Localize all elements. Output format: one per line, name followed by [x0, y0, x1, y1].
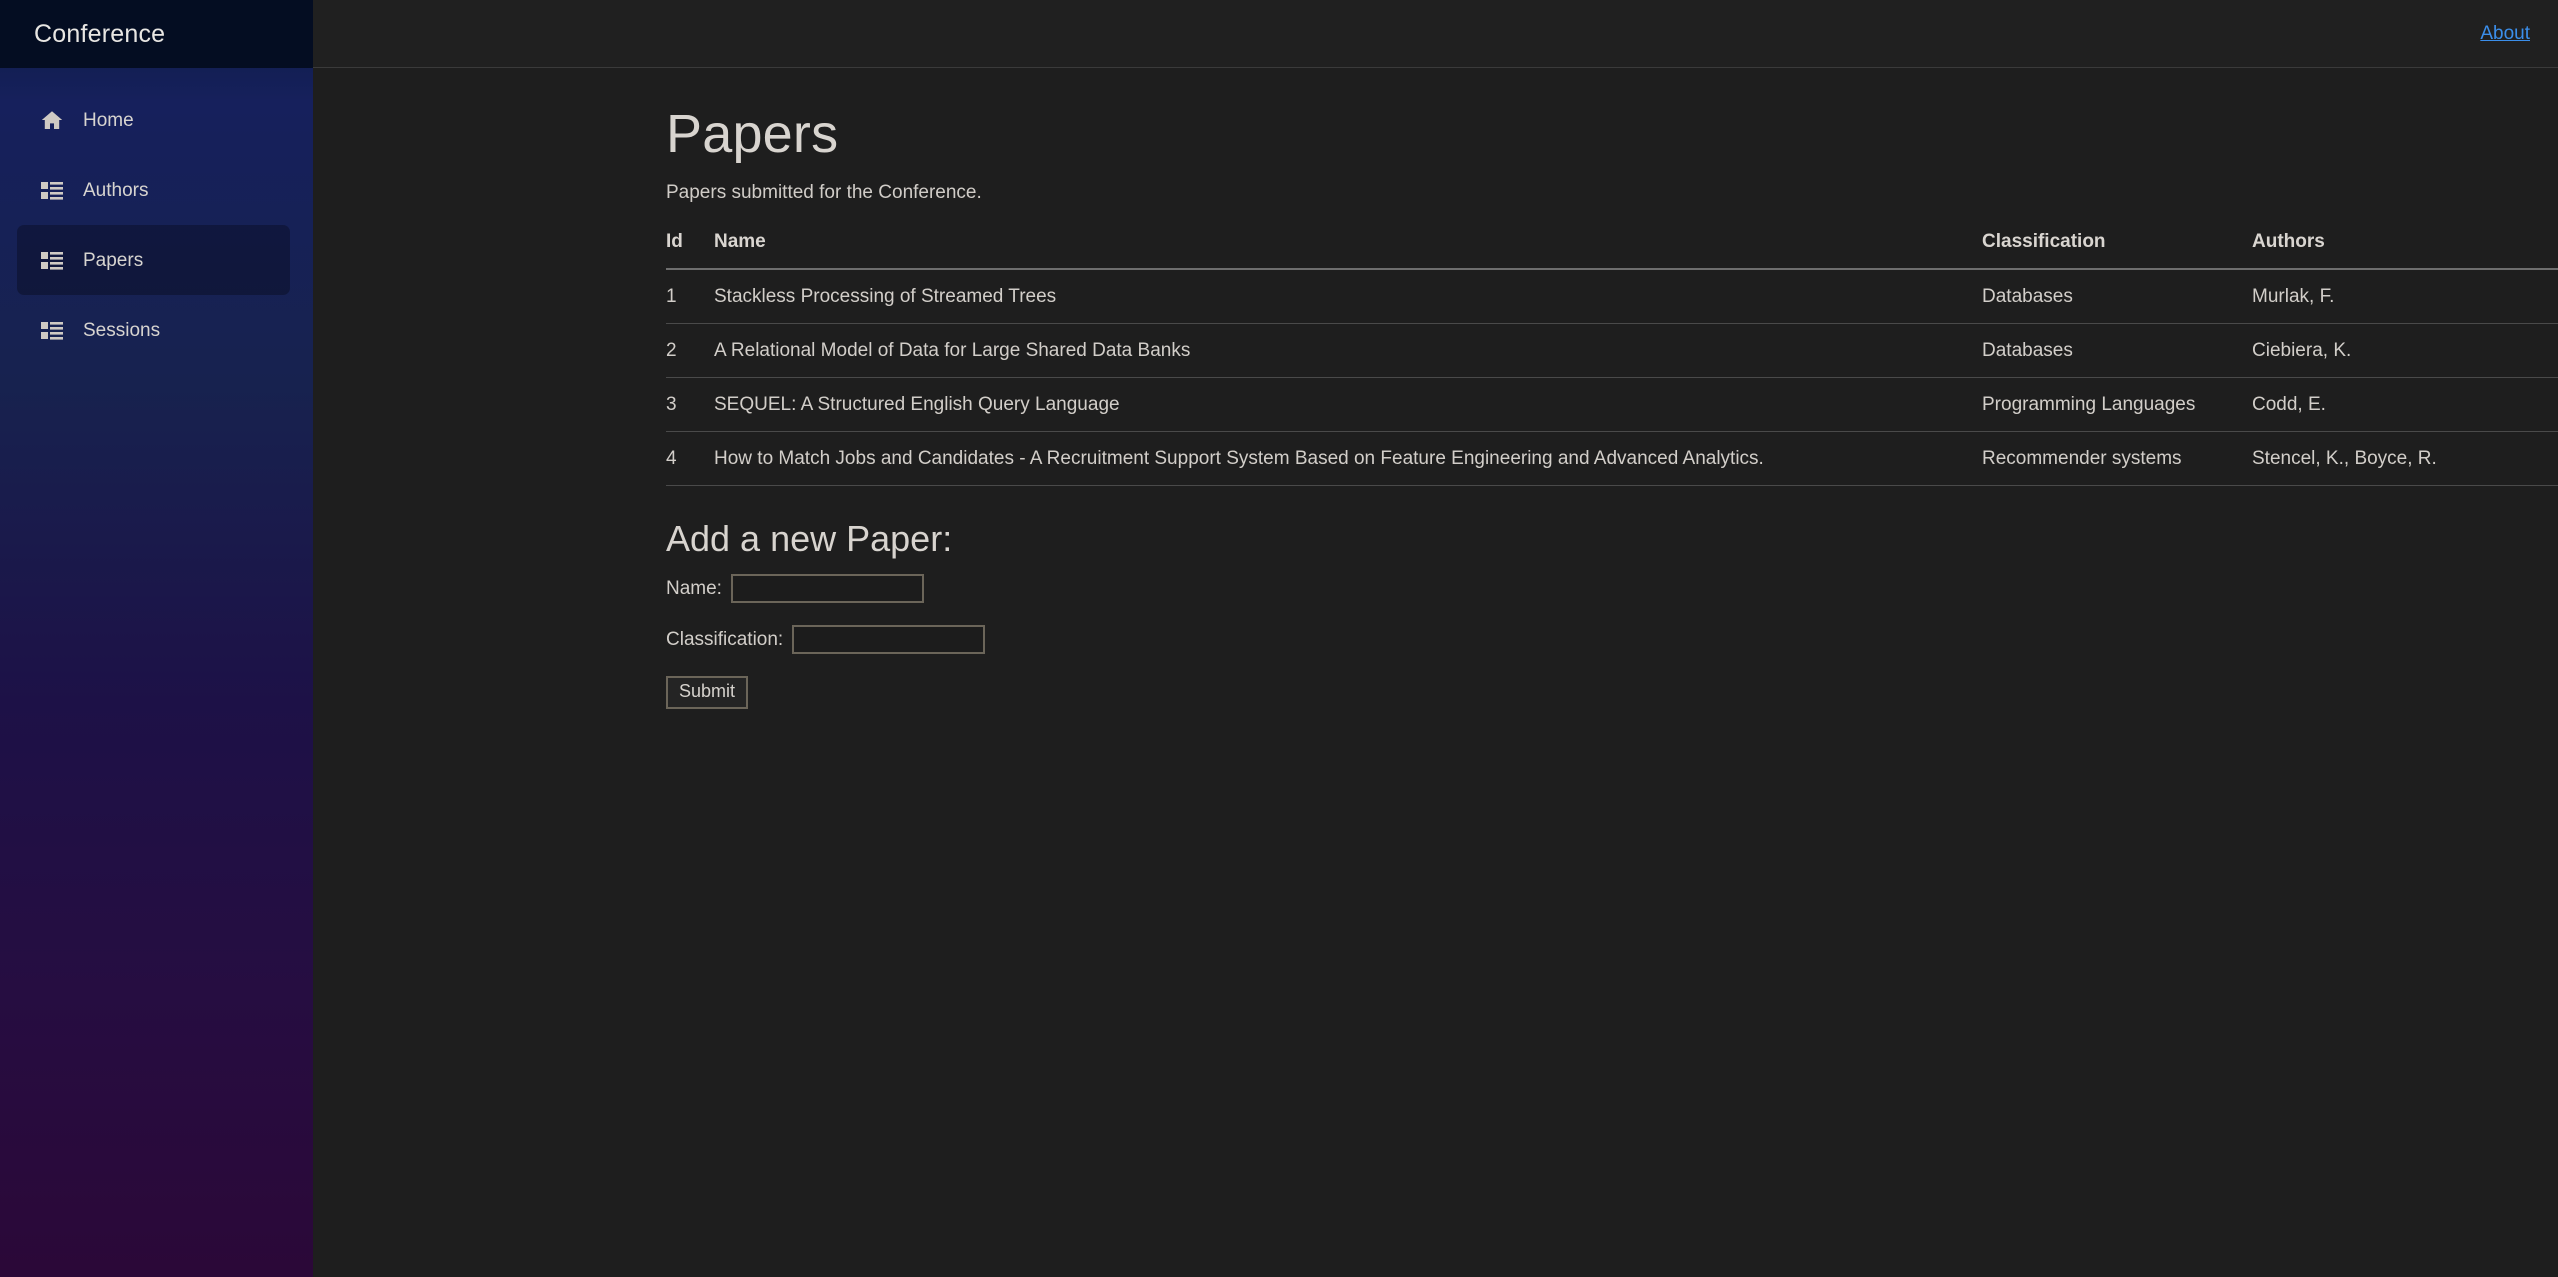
- table-header-row: Id Name Classification Authors: [666, 231, 2558, 271]
- cell-authors: Murlak, F.: [2252, 269, 2558, 325]
- cell-classification: Programming Languages: [1982, 377, 2252, 433]
- classification-label: Classification:: [666, 628, 784, 650]
- about-link[interactable]: About: [2480, 23, 2530, 45]
- cell-id: 1: [666, 269, 714, 325]
- cell-authors: Stencel, K., Boyce, R.: [2252, 431, 2558, 487]
- sidebar-item-label: Sessions: [83, 319, 161, 341]
- papers-table: Id Name Classification Authors 1 Stackle…: [666, 231, 2558, 487]
- column-header-name: Name: [714, 231, 1982, 271]
- app-root: Conference Home Authors Papers Sessions …: [0, 0, 2558, 1277]
- cell-classification: Recommender systems: [1982, 431, 2252, 487]
- classification-input[interactable]: [792, 624, 986, 654]
- cell-name: Stackless Processing of Streamed Trees: [714, 269, 1982, 325]
- list-icon: [39, 177, 65, 203]
- table-head: Id Name Classification Authors: [666, 231, 2558, 271]
- cell-name: How to Match Jobs and Candidates - A Rec…: [714, 431, 1982, 487]
- sidebar-item-home[interactable]: Home: [17, 85, 290, 155]
- sidebar-header: Conference: [0, 0, 313, 68]
- submit-button[interactable]: Submit: [666, 676, 749, 709]
- name-label: Name:: [666, 577, 722, 599]
- list-icon: [39, 247, 65, 273]
- column-header-id: Id: [666, 231, 714, 271]
- cell-id: 4: [666, 431, 714, 487]
- home-icon: [39, 107, 65, 133]
- sidebar: Conference Home Authors Papers Sessions: [0, 0, 313, 1277]
- sidebar-item-label: Authors: [83, 179, 149, 201]
- main-area: About Papers Papers submitted for the Co…: [313, 0, 2558, 1277]
- cell-authors: Ciebiera, K.: [2252, 323, 2558, 379]
- page-subtitle: Papers submitted for the Conference.: [666, 181, 982, 203]
- column-header-classification: Classification: [1982, 231, 2252, 271]
- cell-name: SEQUEL: A Structured English Query Langu…: [714, 377, 1982, 433]
- list-icon: [39, 317, 65, 343]
- cell-id: 2: [666, 323, 714, 379]
- sidebar-item-label: Home: [83, 109, 134, 131]
- app-brand: Conference: [34, 19, 166, 48]
- form-row-classification: Classification:: [666, 624, 2558, 654]
- sidebar-item-papers[interactable]: Papers: [17, 225, 290, 295]
- page-title: Papers: [666, 104, 839, 164]
- name-input[interactable]: [730, 573, 924, 603]
- cell-classification: Databases: [1982, 323, 2252, 379]
- top-bar: About: [313, 0, 2558, 68]
- column-header-authors: Authors: [2252, 231, 2558, 271]
- table-row: 3 SEQUEL: A Structured English Query Lan…: [666, 377, 2558, 433]
- sidebar-item-authors[interactable]: Authors: [17, 155, 290, 225]
- add-paper-heading: Add a new Paper:: [666, 518, 953, 560]
- sidebar-item-sessions[interactable]: Sessions: [17, 295, 290, 365]
- table-row: 2 A Relational Model of Data for Large S…: [666, 323, 2558, 379]
- cell-name: A Relational Model of Data for Large Sha…: [714, 323, 1982, 379]
- add-paper-form: Name: Classification: Submit: [666, 573, 2558, 709]
- form-row-name: Name:: [666, 573, 2558, 603]
- cell-authors: Codd, E.: [2252, 377, 2558, 433]
- sidebar-item-label: Papers: [83, 249, 144, 271]
- table-body: 1 Stackless Processing of Streamed Trees…: [666, 269, 2558, 487]
- table-row: 1 Stackless Processing of Streamed Trees…: [666, 269, 2558, 325]
- sidebar-nav-list: Home Authors Papers Sessions: [0, 68, 313, 365]
- cell-id: 3: [666, 377, 714, 433]
- cell-classification: Databases: [1982, 269, 2252, 325]
- table-row: 4 How to Match Jobs and Candidates - A R…: [666, 431, 2558, 487]
- page-content: Papers Papers submitted for the Conferen…: [313, 68, 2558, 1277]
